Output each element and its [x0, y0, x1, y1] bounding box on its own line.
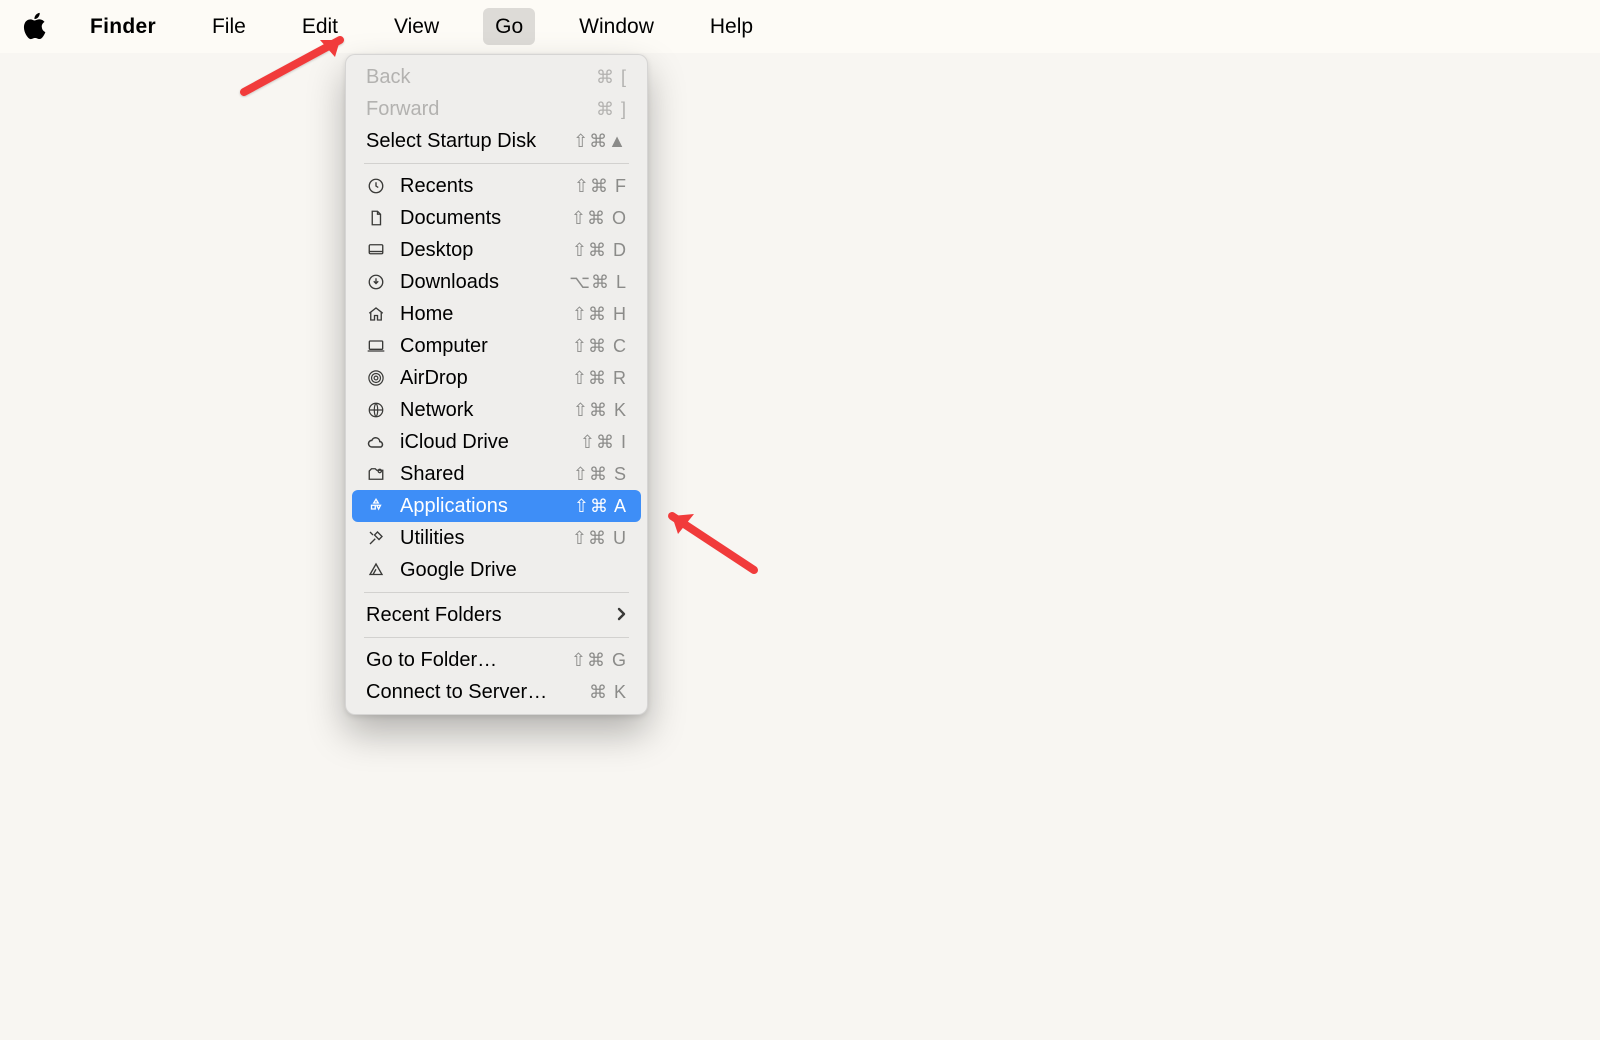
menu-label: Google Drive [400, 560, 613, 580]
menu-shortcut: ⇧⌘ F [574, 176, 627, 197]
menu-label: Downloads [400, 272, 555, 292]
menu-label: Applications [400, 496, 560, 516]
menu-separator [364, 592, 629, 593]
menu-item-documents[interactable]: Documents ⇧⌘ O [352, 202, 641, 234]
chevron-right-icon [617, 605, 627, 626]
menu-label: Recent Folders [366, 605, 603, 625]
menu-item-select-startup-disk[interactable]: Select Startup Disk ⇧⌘▲ [352, 125, 641, 157]
gdrive-icon [366, 561, 386, 579]
cloud-icon [366, 433, 386, 451]
menu-shortcut: ⌘ K [589, 682, 627, 703]
menu-item-utilities[interactable]: Utilities ⇧⌘ U [352, 522, 641, 554]
menu-item-go-to-folder[interactable]: Go to Folder… ⇧⌘ G [352, 644, 641, 676]
menu-shortcut: ⇧⌘ C [572, 336, 627, 357]
menu-shortcut: ⌘ [ [596, 67, 627, 88]
menu-item-connect-to-server[interactable]: Connect to Server… ⌘ K [352, 676, 641, 708]
annotation-arrow-go [236, 32, 366, 102]
menu-label: Recents [400, 176, 560, 196]
document-icon [366, 209, 386, 227]
menu-shortcut: ⇧⌘ R [572, 368, 627, 389]
menu-separator [364, 637, 629, 638]
menu-label: Network [400, 400, 559, 420]
menubar-item-view[interactable]: View [382, 8, 451, 45]
menu-shortcut: ⇧⌘ A [574, 496, 627, 517]
computer-icon [366, 337, 386, 355]
menubar-item-help[interactable]: Help [698, 8, 765, 45]
menu-separator [364, 163, 629, 164]
menu-shortcut: ⇧⌘ U [572, 528, 627, 549]
menu-shortcut: ⇧⌘ H [572, 304, 627, 325]
go-menu: Back ⌘ [ Forward ⌘ ] Select Startup Disk… [345, 54, 648, 715]
menu-label: Computer [400, 336, 558, 356]
menu-shortcut: ⇧⌘ K [573, 400, 627, 421]
apple-logo-icon[interactable] [22, 12, 46, 40]
menu-item-downloads[interactable]: Downloads ⌥⌘ L [352, 266, 641, 298]
menu-item-icloud[interactable]: iCloud Drive ⇧⌘ I [352, 426, 641, 458]
menu-shortcut: ⇧⌘ S [573, 464, 627, 485]
menu-item-home[interactable]: Home ⇧⌘ H [352, 298, 641, 330]
apps-icon [366, 497, 386, 515]
menu-item-google-drive[interactable]: Google Drive [352, 554, 641, 586]
menu-shortcut: ⇧⌘ G [571, 650, 627, 671]
menu-item-back: Back ⌘ [ [352, 61, 641, 93]
menu-shortcut: ⌥⌘ L [569, 272, 627, 293]
menu-label: Utilities [400, 528, 558, 548]
menu-label: AirDrop [400, 368, 558, 388]
menu-label: iCloud Drive [400, 432, 566, 452]
download-icon [366, 273, 386, 291]
network-icon [366, 401, 386, 419]
menu-shortcut: ⇧⌘ D [572, 240, 627, 261]
clock-icon [366, 177, 386, 195]
menu-label: Documents [400, 208, 557, 228]
menu-label: Desktop [400, 240, 558, 260]
menu-shortcut: ⇧⌘▲ [573, 131, 627, 152]
home-icon [366, 305, 386, 323]
menu-shortcut: ⇧⌘ O [571, 208, 627, 229]
menu-label: Forward [366, 99, 582, 119]
menubar-app-name[interactable]: Finder [78, 8, 168, 45]
menu-item-airdrop[interactable]: AirDrop ⇧⌘ R [352, 362, 641, 394]
menu-item-desktop[interactable]: Desktop ⇧⌘ D [352, 234, 641, 266]
shared-icon [366, 465, 386, 483]
menu-label: Select Startup Disk [366, 131, 559, 151]
menu-item-shared[interactable]: Shared ⇧⌘ S [352, 458, 641, 490]
annotation-arrow-applications [654, 500, 764, 580]
airdrop-icon [366, 369, 386, 387]
menu-item-forward: Forward ⌘ ] [352, 93, 641, 125]
menu-shortcut: ⇧⌘ I [580, 432, 627, 453]
menubar-item-go[interactable]: Go [483, 8, 535, 45]
menubar-item-window[interactable]: Window [567, 8, 666, 45]
menu-label: Home [400, 304, 558, 324]
menu-item-applications[interactable]: Applications ⇧⌘ A [352, 490, 641, 522]
menu-label: Back [366, 67, 582, 87]
menu-label: Connect to Server… [366, 682, 575, 702]
menu-shortcut: ⌘ ] [596, 99, 627, 120]
menu-item-recent-folders[interactable]: Recent Folders [352, 599, 641, 631]
menu-label: Shared [400, 464, 559, 484]
menu-item-network[interactable]: Network ⇧⌘ K [352, 394, 641, 426]
menu-label: Go to Folder… [366, 650, 557, 670]
utilities-icon [366, 529, 386, 547]
desktop-icon [366, 241, 386, 259]
menu-item-computer[interactable]: Computer ⇧⌘ C [352, 330, 641, 362]
menu-item-recents[interactable]: Recents ⇧⌘ F [352, 170, 641, 202]
